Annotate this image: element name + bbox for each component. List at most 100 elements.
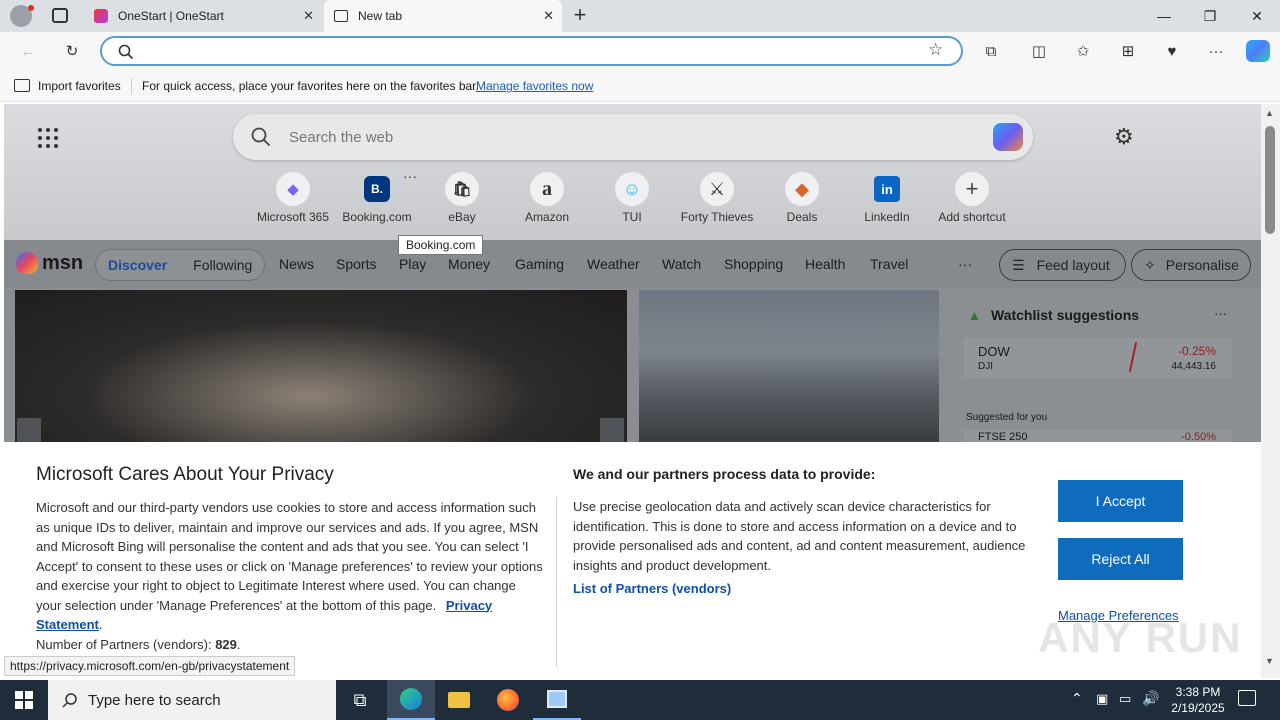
add-shortcut-button[interactable]: + Add shortcut <box>927 172 1017 224</box>
tab-discover[interactable]: Discover <box>108 257 167 273</box>
shortcut-more-icon[interactable]: ··· <box>403 168 417 184</box>
nav-watch[interactable]: Watch <box>662 256 701 272</box>
nav-shopping[interactable]: Shopping <box>724 256 783 272</box>
web-search-box[interactable]: Search the web <box>233 114 1033 160</box>
shortcut-amazon[interactable]: a Amazon <box>502 172 592 224</box>
favorites-bar: Import favorites For quick access, place… <box>0 70 1280 102</box>
close-window-button[interactable]: ✕ <box>1234 0 1280 32</box>
page-scrollbar[interactable]: ▲ ▼ <box>1261 104 1280 678</box>
import-favorites-button[interactable]: Import favorites <box>38 79 121 93</box>
close-icon[interactable]: ✕ <box>543 8 554 24</box>
carousel-prev-button[interactable] <box>17 418 41 442</box>
task-view-icon[interactable]: ⧉ <box>336 680 384 720</box>
msn-logo[interactable]: msn <box>42 252 83 275</box>
volume-icon[interactable]: 🔊 <box>1142 690 1159 707</box>
search-icon <box>251 127 271 147</box>
back-arrow-icon[interactable]: ← <box>16 40 40 62</box>
feed-layout-button[interactable]: ☰ Feed layout <box>999 249 1126 281</box>
shortcut-tui[interactable]: ☺ TUI <box>587 172 677 224</box>
nav-travel[interactable]: Travel <box>870 256 908 272</box>
performance-icon[interactable]: ♥ <box>1160 40 1184 62</box>
taskbar-search-placeholder: Type here to search <box>88 691 221 709</box>
scroll-down-arrow[interactable]: ▼ <box>1265 656 1274 666</box>
app-launcher-icon[interactable] <box>38 128 58 148</box>
shortcut-linkedin[interactable]: in LinkedIn <box>842 172 932 224</box>
new-tab-button[interactable]: + <box>568 3 592 27</box>
app-window-icon[interactable] <box>533 680 581 720</box>
booking-icon: B. <box>364 176 390 202</box>
chevron-up-icon[interactable]: ⌃ <box>1071 690 1083 707</box>
extensions-icon[interactable]: ⧉ <box>979 40 1003 62</box>
stock-change: -0.50% <box>1181 431 1216 442</box>
windows-logo-icon <box>15 691 33 709</box>
start-button[interactable] <box>0 680 48 720</box>
new-tab-favicon <box>334 10 348 22</box>
windows-taskbar: Type here to search ⧉ ⌃ ▣ ▭ 🔊 3:38 PM 2/… <box>0 680 1280 720</box>
stock-change: -0.25% <box>1177 344 1216 358</box>
clock[interactable]: 3:38 PM 2/19/2025 <box>1166 684 1230 716</box>
minimize-button[interactable]: — <box>1141 0 1187 32</box>
stock-row[interactable]: DOW DJI -0.25% 44,443.16 <box>964 338 1232 378</box>
accept-button[interactable]: I Accept <box>1058 480 1183 522</box>
vertical-divider <box>556 497 557 667</box>
sparkline <box>1128 342 1138 372</box>
nav-more-button[interactable]: ··· <box>958 256 972 272</box>
device-icon[interactable]: ▣ <box>1096 691 1108 707</box>
suggested-label: Suggested for you <box>966 412 1048 423</box>
tab-following[interactable]: Following <box>193 257 252 273</box>
data-purposes-body: Use precise geolocation data and activel… <box>573 499 1026 573</box>
nav-sports[interactable]: Sports <box>336 256 376 272</box>
collections-icon[interactable]: ⊞ <box>1116 40 1140 62</box>
copilot-icon[interactable] <box>993 123 1023 151</box>
favorites-hint: For quick access, place your favorites h… <box>142 79 479 93</box>
carousel-next-button[interactable] <box>600 418 624 442</box>
linkedin-icon: in <box>874 176 900 202</box>
favorites-icon[interactable]: ✩ <box>1071 40 1095 62</box>
tab-onestart[interactable]: OneStart | OneStart ✕ <box>84 0 322 32</box>
list-of-partners-link[interactable]: List of Partners (vendors) <box>573 581 731 596</box>
file-explorer-icon[interactable] <box>435 680 483 720</box>
edge-browser-icon[interactable] <box>387 680 435 720</box>
partners-label: Number of Partners (vendors): <box>36 636 212 652</box>
scroll-thumb[interactable] <box>1265 126 1275 234</box>
nav-money[interactable]: Money <box>448 256 490 272</box>
nav-play[interactable]: Play <box>399 256 426 272</box>
nav-news[interactable]: News <box>279 256 314 272</box>
network-icon[interactable]: ▭ <box>1119 691 1131 707</box>
hero-news-image[interactable] <box>15 290 627 442</box>
reject-all-button[interactable]: Reject All <box>1058 538 1183 580</box>
refresh-icon[interactable]: ↻ <box>60 40 84 62</box>
stock-row[interactable]: FTSE 250 -0.50% <box>964 430 1232 442</box>
tab-new-tab[interactable]: New tab ✕ <box>324 0 562 32</box>
favorite-star-icon[interactable]: ☆ <box>928 40 943 60</box>
plus-icon: + <box>955 172 989 206</box>
tab-strip: OneStart | OneStart ✕ New tab ✕ + — ❐ ✕ <box>0 0 1280 32</box>
microsoft365-icon: ◆ <box>276 172 310 206</box>
news-card-image[interactable] <box>639 290 939 442</box>
restore-button[interactable]: ❐ <box>1187 0 1233 32</box>
search-icon <box>118 44 134 60</box>
settings-more-icon[interactable]: ··· <box>1204 40 1228 62</box>
split-screen-icon[interactable]: ◫ <box>1027 40 1051 62</box>
nav-health[interactable]: Health <box>805 256 845 272</box>
manage-favorites-link[interactable]: Manage favorites now <box>476 79 593 93</box>
shortcut-ebay[interactable]: 🛍 eBay <box>417 172 507 224</box>
shortcut-forty-thieves[interactable]: ⚔ Forty Thieves <box>672 172 762 224</box>
watchlist-more-button[interactable]: ··· <box>1214 306 1227 321</box>
firefox-icon[interactable] <box>484 680 532 720</box>
status-url: https://privacy.microsoft.com/en-gb/priv… <box>4 656 296 676</box>
taskbar-search-box[interactable]: Type here to search <box>48 680 336 720</box>
nav-weather[interactable]: Weather <box>587 256 640 272</box>
copilot-icon[interactable] <box>1246 40 1270 62</box>
personalise-button[interactable]: ✧ Personalise <box>1131 249 1251 281</box>
gear-icon[interactable]: ⚙ <box>1114 124 1134 150</box>
shortcut-tooltip: Booking.com <box>398 235 484 255</box>
close-icon[interactable]: ✕ <box>303 8 314 24</box>
tab-actions-icon[interactable] <box>52 8 68 23</box>
nav-gaming[interactable]: Gaming <box>515 256 564 272</box>
notification-center-icon[interactable] <box>1238 690 1256 706</box>
address-bar[interactable]: ☆ <box>100 36 963 66</box>
shortcut-deals[interactable]: ◆ Deals <box>757 172 847 224</box>
scroll-up-arrow[interactable]: ▲ <box>1265 108 1274 118</box>
shortcut-microsoft365[interactable]: ◆ Microsoft 365 <box>248 172 338 224</box>
